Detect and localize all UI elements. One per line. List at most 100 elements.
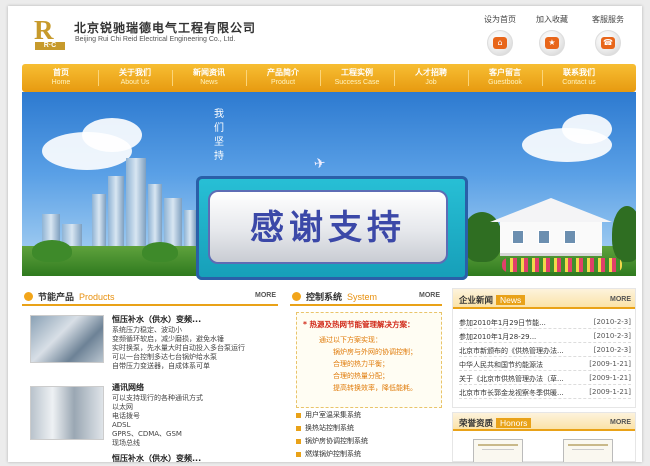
bullet-icon [292,292,301,301]
news-header: 企业新闻 News MORE [453,289,635,309]
set-homepage-link[interactable]: 设为首页 ⌂ [474,14,526,56]
honors-panel: 荣誉资质 Honors MORE [452,412,636,462]
bullet-icon [296,412,301,418]
honors-title: 荣誉资质 Honors [459,417,532,429]
thanks-overlay[interactable]: 感谢支持 [196,176,468,280]
thanks-inner: 感谢支持 [208,190,448,264]
logo-subtext: R·C [35,42,65,50]
nav-item-contact[interactable]: 联系我们 Contact us [544,68,614,87]
product-desc-line: 可以支持现行的各种通讯方式 [112,394,203,402]
product-image[interactable] [30,315,104,363]
house-illustration [490,198,612,258]
news-item[interactable]: 参加2010年1月28-29... [2010-2-3] [459,331,631,343]
nav-item-guestbook[interactable]: 客户留言 Guestbook [470,68,540,87]
thanks-text: 感谢支持 [250,208,406,248]
company-name-en: Beijing Rui Chi Reid Electrical Engineer… [75,36,236,43]
nav-label-en: About Us [120,79,150,86]
solution-line: 提高转换效率，降低能耗。 [333,384,417,392]
nav-label-en: Home [51,79,71,86]
product-title[interactable]: 恒压补水（供水）变频... [112,453,201,462]
products-header: 节能产品 Products MORE [22,286,278,306]
home-icon: ⌂ [487,30,513,56]
solution-line: 合理的热力平衡； [333,360,389,368]
news-item[interactable]: 参加2010年1月29日节能... [2010-2-3] [459,317,631,329]
nav-label-en: Success Case [334,79,380,86]
customer-service-link[interactable]: 客服服务 ☎ [582,14,634,56]
nav-label-cn: 人才招聘 [415,68,447,77]
service-icon: ☎ [595,30,621,56]
system-link[interactable]: 换热站控制系统 [296,423,354,433]
solution-title: * 热源及热网节能管理解决方案： [303,320,415,329]
product-desc-line: 可以一台控制多达七台锅炉给水泵 [112,353,217,361]
product-desc-line: 自带压力变送器，自成体系可单 [112,362,210,370]
bullet-icon [296,425,301,431]
nav-item-product[interactable]: 产品简介 Product [248,68,318,87]
products-title: 节能产品 Products [38,292,115,303]
nav-item-about[interactable]: 关于我们 About Us [100,68,170,87]
system-link[interactable]: 锅炉房协调控制系统 [296,436,368,446]
tree [142,242,178,262]
product-desc-line: 实时换泵，先水量大时自动投入多台泵运行 [112,344,245,352]
nav-label-cn: 产品简介 [267,68,299,77]
airplane-icon: ✈ [312,155,327,173]
bullet-icon [296,451,301,457]
add-favorite-link[interactable]: 加入收藏 ★ [526,14,578,56]
news-more-link[interactable]: MORE [610,296,631,303]
news-item[interactable]: 北京市市长郭金龙视察冬季供暖... [2009-1-21] [459,387,631,399]
building [108,176,124,254]
honors-more-link[interactable]: MORE [610,419,631,426]
nav-divider [542,70,543,86]
product-title[interactable]: 恒压补水（供水）变频... [112,314,201,325]
cloud [562,114,612,144]
building [92,194,106,254]
logo-letter: R [34,15,54,45]
product-desc-line: GPRS、CDMA、GSM [112,430,182,438]
news-title: 企业新闻 News [459,294,526,306]
product-desc-line: 系统压力稳定、波动小 [112,326,182,334]
building [126,158,146,254]
nav-label-cn: 关于我们 [119,68,151,77]
product-image[interactable] [30,386,104,440]
nav-item-cases[interactable]: 工程实例 Success Case [322,68,392,87]
nav-item-job[interactable]: 人才招聘 Job [396,68,466,87]
banner-slogan: 我们坚持 [214,109,224,162]
product-desc-line: 变频循环软启，减少磨损，避免水锤 [112,335,224,343]
nav-label-cn: 工程实例 [341,68,373,77]
nav-label-cn: 联系我们 [563,68,595,77]
solution-box: * 热源及热网节能管理解决方案： 通过以下方案实现： 锅炉房与外网的协调控制； … [296,312,442,408]
nav-label-en: Contact us [562,79,596,86]
news-item[interactable]: 关于《北京市供热管理办法（草... [2009-1-21] [459,373,631,385]
product-desc-line: ADSL [112,421,131,429]
nav-divider [172,70,173,86]
product-desc-line: 现场总线 [112,439,140,447]
company-name-cn: 北京锐驰瑞德电气工程有限公司 [74,21,257,35]
news-item[interactable]: 北京市新颁布的《供热管理办法... [2010-2-3] [459,345,631,357]
nav-divider [394,70,395,86]
nav-label-en: Guestbook [488,79,522,86]
solution-line: 通过以下方案实现： [319,336,382,344]
tree [32,240,72,262]
main-nav: 首页 Home 关于我们 About Us 新闻资讯 News 产品简介 Pro… [22,64,636,92]
flowerbed [502,258,622,272]
certificate-image[interactable] [563,439,613,462]
certificate-image[interactable] [473,439,523,462]
nav-label-cn: 客户留言 [489,68,521,77]
nav-divider [246,70,247,86]
control-more-link[interactable]: MORE [419,292,440,299]
system-link[interactable]: 燃煤锅炉控制系统 [296,449,361,459]
product-desc-line: 电话拨号 [112,412,140,420]
bullet-icon [296,438,301,444]
customer-service-label: 客服服务 [592,15,624,24]
nav-divider [320,70,321,86]
company-logo[interactable]: R R·C [34,16,68,50]
system-link[interactable]: 用户室温采集系统 [296,410,361,420]
nav-item-home[interactable]: 首页 Home [26,68,96,87]
nav-label-en: Job [425,79,437,86]
news-panel: 企业新闻 News MORE 参加2010年1月29日节能... [2010-2-3… [452,288,636,408]
news-item[interactable]: 中华人民共和国节约能源法 [2009-1-21] [459,359,631,371]
product-title[interactable]: 通讯网络 [112,382,144,393]
products-more-link[interactable]: MORE [255,292,276,299]
page: R R·C 北京锐驰瑞德电气工程有限公司 Beijing Rui Chi Rei… [8,6,642,462]
nav-label-cn: 首页 [53,68,69,77]
nav-item-news[interactable]: 新闻资讯 News [174,68,244,87]
